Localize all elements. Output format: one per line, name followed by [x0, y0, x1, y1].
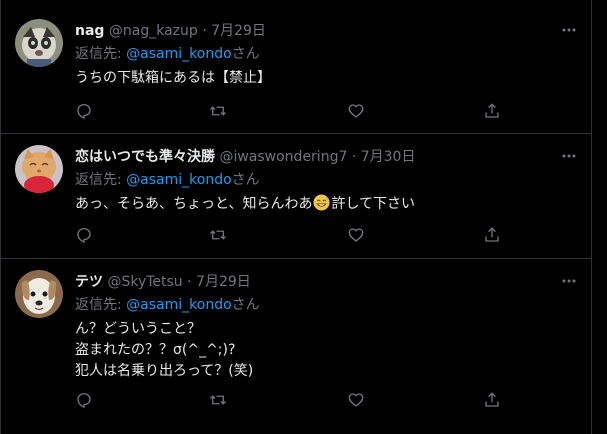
- display-name[interactable]: nag: [75, 23, 104, 39]
- tweet-header: テツ @SkyTetsu · 7月29日: [75, 272, 251, 292]
- retweet-icon[interactable]: [209, 102, 229, 122]
- display-name[interactable]: 恋はいつでも準々決勝: [75, 149, 215, 165]
- reply-prefix: 返信先:: [75, 46, 127, 62]
- tweet-text-line: 盗まれたの？？σ(^_^;)?: [75, 342, 236, 358]
- share-icon[interactable]: [483, 226, 503, 246]
- tweet-text-line: 犯人は名乗り出ろって？(笑): [75, 363, 254, 379]
- reply-suffix: さん: [231, 46, 260, 62]
- more-icon[interactable]: [559, 146, 579, 166]
- tweet-header: 恋はいつでも準々決勝 @iwaswondering7 · 7月30日: [75, 147, 415, 167]
- tweet-header: nag @nag_kazup · 7月29日: [75, 21, 266, 41]
- tweet-actions: [75, 102, 505, 122]
- heart-icon[interactable]: [347, 226, 367, 246]
- reply-icon[interactable]: [75, 391, 95, 411]
- reply-suffix: さん: [231, 297, 260, 313]
- user-handle[interactable]: @iwaswondering7: [219, 149, 347, 165]
- grinning-sweat-emoji: [313, 194, 330, 211]
- text-after-emoji: 許して下さい: [331, 196, 416, 212]
- tweet[interactable]: nag @nag_kazup · 7月29日 返信先: @asami_kondo…: [1, 0, 591, 134]
- avatar[interactable]: [15, 270, 63, 318]
- retweet-icon[interactable]: [209, 391, 229, 411]
- heart-icon[interactable]: [347, 102, 367, 122]
- reply-prefix: 返信先:: [75, 172, 127, 188]
- tweet-text-line: ん？どういうこと？: [75, 321, 201, 337]
- display-name[interactable]: テツ: [75, 274, 103, 290]
- user-handle[interactable]: @SkyTetsu: [107, 274, 182, 290]
- tweet-text: ん？どういうこと？ 盗まれたの？？σ(^_^;)? 犯人は名乗り出ろって？(笑): [75, 319, 253, 382]
- tweet-text: うちの下駄箱にあるは【禁止】: [75, 68, 271, 89]
- share-icon[interactable]: [483, 391, 503, 411]
- replying-to: 返信先: @asami_kondoさん: [75, 44, 260, 64]
- separator-dot: ·: [187, 274, 192, 290]
- mention-link[interactable]: @asami_kondo: [126, 172, 231, 188]
- separator-dot: ·: [351, 149, 357, 165]
- tweet[interactable]: テツ @SkyTetsu · 7月29日 返信先: @asami_kondoさん…: [1, 259, 591, 434]
- avatar[interactable]: [15, 19, 63, 67]
- user-handle[interactable]: @nag_kazup: [109, 23, 198, 39]
- retweet-icon[interactable]: [209, 226, 229, 246]
- tweet-date[interactable]: 7月29日: [196, 274, 251, 290]
- mention-link[interactable]: @asami_kondo: [126, 46, 231, 62]
- replying-to: 返信先: @asami_kondoさん: [75, 295, 260, 315]
- mention-link[interactable]: @asami_kondo: [126, 297, 231, 313]
- tweet-date[interactable]: 7月29日: [211, 23, 266, 39]
- scrollbar-track[interactable]: [592, 0, 607, 434]
- tweet-actions: [75, 391, 505, 411]
- avatar[interactable]: [15, 145, 63, 193]
- tweet-actions: [75, 226, 505, 246]
- separator-dot: ·: [202, 23, 207, 39]
- tweet-text-line: うちの下駄箱にあるは【禁止】: [75, 70, 271, 86]
- more-icon[interactable]: [559, 271, 579, 291]
- more-icon[interactable]: [559, 20, 579, 40]
- reply-icon[interactable]: [75, 226, 95, 246]
- tweet-date[interactable]: 7月30日: [361, 149, 416, 165]
- reply-suffix: さん: [231, 172, 260, 188]
- share-icon[interactable]: [483, 102, 503, 122]
- replying-to: 返信先: @asami_kondoさん: [75, 170, 260, 190]
- tweet-text-line: あっ、そらあ、ちょっと、知らんわあ 許して下さい: [75, 194, 415, 215]
- reply-icon[interactable]: [75, 102, 95, 122]
- reply-timeline: nag @nag_kazup · 7月29日 返信先: @asami_kondo…: [0, 0, 592, 434]
- reply-prefix: 返信先:: [75, 297, 127, 313]
- text-before-emoji: あっ、そらあ、ちょっと、知らんわあ: [75, 196, 313, 212]
- heart-icon[interactable]: [347, 391, 367, 411]
- tweet-text: あっ、そらあ、ちょっと、知らんわあ 許して下さい: [75, 194, 415, 215]
- tweet[interactable]: 恋はいつでも準々決勝 @iwaswondering7 · 7月30日 返信先: …: [1, 134, 591, 259]
